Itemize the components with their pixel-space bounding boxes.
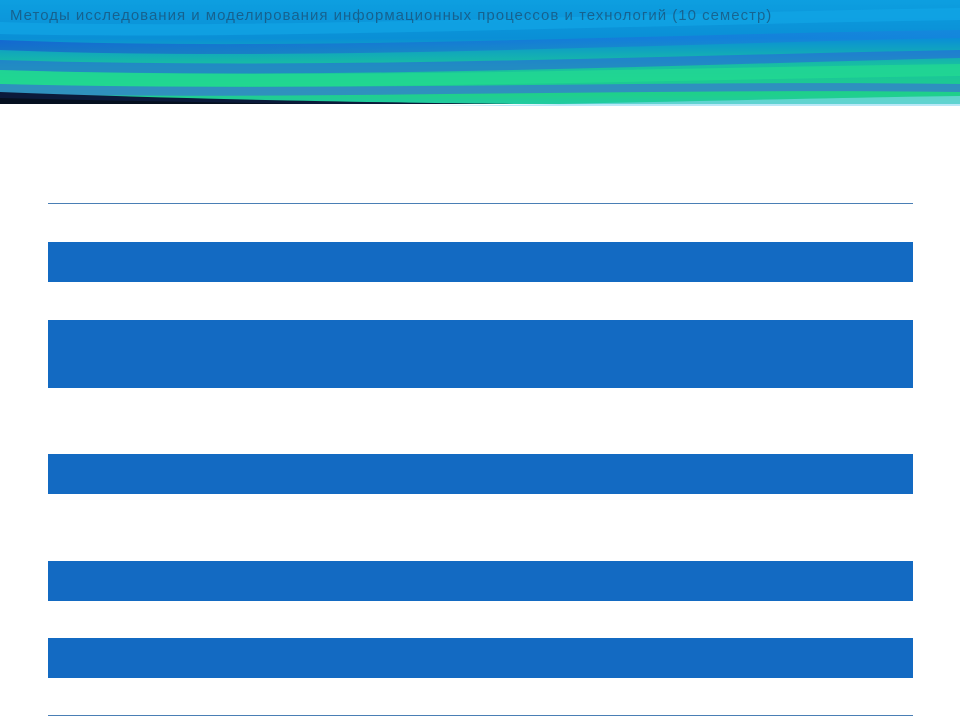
table-row <box>48 454 913 494</box>
table-row <box>48 282 913 320</box>
table-row <box>48 320 913 388</box>
table-row <box>48 601 913 638</box>
table-row <box>48 678 913 715</box>
table-row <box>48 494 913 561</box>
table-bottom-rule <box>48 715 913 716</box>
table-row <box>48 242 913 282</box>
table-row <box>48 638 913 678</box>
table-row <box>48 204 913 242</box>
slide: Методы исследования и моделирования инфо… <box>0 0 960 717</box>
table-row <box>48 388 913 454</box>
table-row <box>48 561 913 601</box>
content-table <box>48 0 913 717</box>
